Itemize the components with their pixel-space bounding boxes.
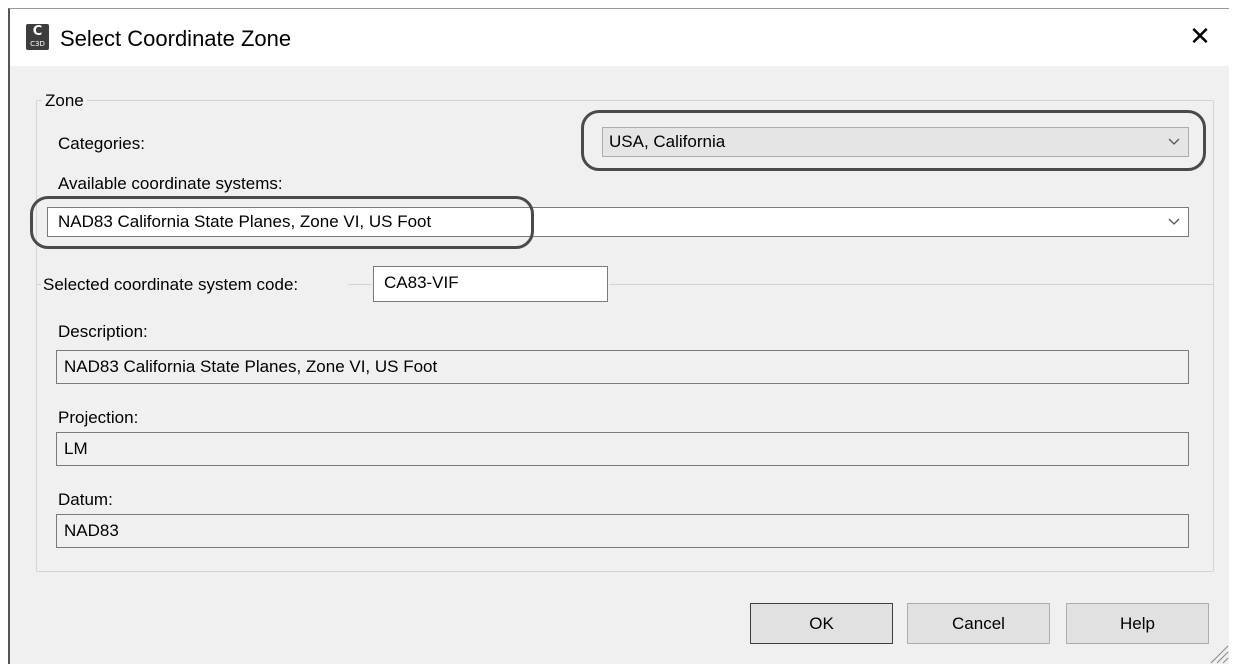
cancel-button[interactable]: Cancel [907, 603, 1050, 644]
description-value: NAD83 California State Planes, Zone VI, … [64, 357, 438, 376]
categories-label: Categories: [58, 134, 145, 153]
help-button[interactable]: Help [1066, 603, 1209, 644]
projection-field: LM [56, 432, 1189, 466]
app-icon-letter: C [32, 24, 43, 39]
projection-value: LM [64, 439, 88, 458]
chevron-down-icon [1168, 138, 1180, 145]
selected-code-field[interactable]: CA83-VIF [373, 266, 608, 302]
ok-button[interactable]: OK [750, 603, 893, 644]
divider-left [36, 284, 41, 285]
description-field: NAD83 California State Planes, Zone VI, … [56, 350, 1189, 384]
available-systems-dropdown[interactable]: NAD83 California State Planes, Zone VI, … [47, 207, 1189, 237]
projection-label: Projection: [58, 408, 139, 427]
zone-group-label: Zone [42, 91, 87, 111]
close-icon: ✕ [1189, 22, 1211, 52]
close-button[interactable]: ✕ [1185, 23, 1215, 53]
categories-dropdown-value: USA, California [609, 132, 726, 151]
window-title: Select Coordinate Zone [60, 26, 292, 51]
datum-label: Datum: [58, 490, 113, 509]
selected-code-label: Selected coordinate system code: [43, 275, 299, 294]
divider-middle [348, 284, 372, 285]
available-systems-label: Available coordinate systems: [58, 174, 283, 193]
chevron-down-icon [1168, 218, 1180, 225]
datum-field: NAD83 [56, 514, 1189, 548]
datum-value: NAD83 [64, 521, 119, 540]
civil3d-app-icon: C C3D [26, 24, 49, 50]
description-label: Description: [58, 322, 148, 341]
selected-code-value: CA83-VIF [384, 273, 459, 292]
available-systems-dropdown-value: NAD83 California State Planes, Zone VI, … [58, 212, 432, 231]
resize-grip-icon[interactable] [1207, 642, 1229, 664]
zone-groupbox [36, 100, 1214, 572]
select-coordinate-zone-dialog: C C3D Select Coordinate Zone ✕ Zone Cate… [8, 8, 1229, 664]
app-icon-caption: C3D [30, 40, 45, 48]
title-bar[interactable]: C C3D Select Coordinate Zone ✕ [10, 9, 1229, 66]
divider-right [609, 284, 1214, 285]
categories-dropdown[interactable]: USA, California [602, 127, 1189, 157]
